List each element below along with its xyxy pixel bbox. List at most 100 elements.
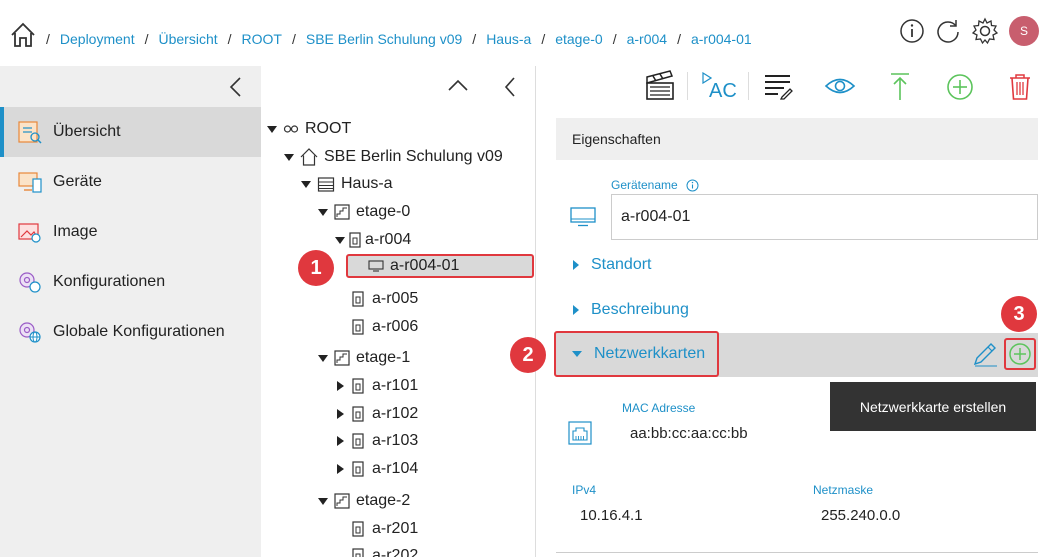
breadcrumb-separator: / xyxy=(227,31,232,47)
tree-node-a-r103[interactable]: a-r103 xyxy=(337,428,418,454)
room-icon xyxy=(352,291,364,307)
chevron-up-icon[interactable] xyxy=(447,78,469,92)
trash-icon[interactable] xyxy=(1008,73,1032,101)
avatar[interactable]: S xyxy=(1009,16,1039,46)
device-name-field[interactable]: a-r004-01 xyxy=(611,194,1038,240)
eye-icon[interactable] xyxy=(824,75,856,97)
sidebar-item-image[interactable]: Image xyxy=(0,207,261,257)
list-edit-icon[interactable] xyxy=(762,72,794,100)
tree-node-label: a-r103 xyxy=(372,432,419,449)
breadcrumb-separator: / xyxy=(541,31,546,47)
callout-number: 3 xyxy=(1013,302,1025,325)
collapse-sidebar-icon[interactable] xyxy=(228,76,244,98)
beschreibung-expander[interactable]: Beschreibung xyxy=(573,301,689,319)
home-icon[interactable] xyxy=(10,22,36,48)
breadcrumb-separator: / xyxy=(144,31,149,47)
toolbar-divider xyxy=(687,72,688,100)
left-navigation: Übersicht Geräte Image Konfigurationen G… xyxy=(0,66,261,557)
expand-caret-icon[interactable] xyxy=(337,409,344,419)
expand-caret-icon[interactable] xyxy=(267,125,277,133)
pencil-icon[interactable] xyxy=(972,341,998,367)
tree-node-a-r006[interactable]: a-r006 xyxy=(352,314,418,340)
netmask-label: Netzmaske xyxy=(813,483,874,497)
home-icon xyxy=(300,148,318,166)
tree-node-a-r004-01[interactable]: a-r004-01 xyxy=(346,254,534,278)
breadcrumb-haus-a[interactable]: Haus-a xyxy=(486,31,531,47)
tree-node-label: etage-2 xyxy=(356,492,411,509)
ipv4-value: 10.16.4.1 xyxy=(580,507,643,524)
expand-caret-icon[interactable] xyxy=(337,381,344,391)
gear-icon[interactable] xyxy=(971,17,999,45)
ethernet-port-icon xyxy=(568,421,592,445)
callout-badge-1: 1 xyxy=(298,250,334,286)
expand-caret-icon[interactable] xyxy=(318,354,328,362)
sidebar-item-geraete[interactable]: Geräte xyxy=(0,157,261,207)
add-network-card-button[interactable] xyxy=(1004,338,1036,370)
breadcrumb-separator: / xyxy=(677,31,681,47)
tree-node-haus-a[interactable]: Haus-a xyxy=(301,171,393,197)
tree-node-root[interactable]: ROOT xyxy=(267,116,351,142)
breadcrumb-sbe-berlin[interactable]: SBE Berlin Schulung v09 xyxy=(306,31,462,47)
callout-badge-2: 2 xyxy=(510,337,546,373)
sidebar-item-label: Konfigurationen xyxy=(53,273,166,290)
chevron-down-icon xyxy=(572,351,582,357)
tree-node-a-r102[interactable]: a-r102 xyxy=(337,401,418,427)
breadcrumb-deployment[interactable]: Deployment xyxy=(60,31,135,47)
breadcrumb-separator: / xyxy=(46,31,50,47)
tree-node-label: a-r101 xyxy=(372,377,419,394)
breadcrumb-separator: / xyxy=(472,31,477,47)
breadcrumb-root[interactable]: ROOT xyxy=(242,31,282,47)
breadcrumb-etage-0[interactable]: etage-0 xyxy=(555,31,602,47)
chevron-right-icon xyxy=(573,260,579,270)
tree-node-label: a-r006 xyxy=(372,318,419,335)
refresh-icon[interactable] xyxy=(935,18,961,44)
breadcrumb-uebersicht[interactable]: Übersicht xyxy=(158,31,217,47)
tree-node-a-r004[interactable]: a-r004 xyxy=(335,227,411,253)
breadcrumb-a-r004-01[interactable]: a-r004-01 xyxy=(691,31,752,47)
tree-node-a-r005[interactable]: a-r005 xyxy=(352,286,418,312)
tree-node-a-r201[interactable]: a-r201 xyxy=(352,516,418,542)
sidebar-item-label: Globale Konfigurationen xyxy=(53,323,225,340)
callout-number: 2 xyxy=(522,343,534,366)
info-icon[interactable] xyxy=(686,179,699,192)
tree-node-a-r104[interactable]: a-r104 xyxy=(337,456,418,482)
autocomplete-button[interactable]: AC xyxy=(702,72,738,102)
info-icon[interactable] xyxy=(899,18,925,44)
move-up-icon[interactable] xyxy=(888,72,912,102)
callout-badge-3: 3 xyxy=(1001,296,1037,332)
expand-caret-icon[interactable] xyxy=(301,180,311,188)
mac-address-value: aa:bb:cc:aa:cc:bb xyxy=(630,425,748,442)
sidebar-item-konfigurationen[interactable]: Konfigurationen xyxy=(0,257,261,307)
breadcrumb-a-r004[interactable]: a-r004 xyxy=(627,31,667,47)
expand-caret-icon[interactable] xyxy=(335,236,345,244)
tree-node-a-r101[interactable]: a-r101 xyxy=(337,373,418,399)
tree-node-label: a-r201 xyxy=(372,520,419,537)
tree-node-sbe-berlin[interactable]: SBE Berlin Schulung v09 xyxy=(284,144,503,170)
sidebar-item-globale-konfigurationen[interactable]: Globale Konfigurationen xyxy=(0,307,261,357)
config-icon xyxy=(19,272,41,293)
tooltip-text: Netzwerkkarte erstellen xyxy=(859,398,1007,415)
netzwerkkarten-expander[interactable]: Netzwerkkarten xyxy=(554,331,719,377)
add-circle-icon[interactable] xyxy=(946,73,974,101)
breadcrumb-separator: / xyxy=(291,31,296,47)
beschreibung-label: Beschreibung xyxy=(591,301,689,318)
tree-node-etage-1[interactable]: etage-1 xyxy=(318,345,410,371)
add-circle-icon xyxy=(1009,343,1031,365)
floor-icon xyxy=(334,204,350,220)
chevron-left-icon[interactable] xyxy=(503,76,517,98)
room-icon xyxy=(349,232,361,248)
expand-caret-icon[interactable] xyxy=(318,208,328,216)
expand-caret-icon[interactable] xyxy=(337,436,344,446)
standort-expander[interactable]: Standort xyxy=(573,256,651,274)
device-name-label: Gerätename xyxy=(611,178,699,192)
tree-node-label: a-r005 xyxy=(372,290,419,307)
sidebar-item-uebersicht[interactable]: Übersicht xyxy=(0,107,261,157)
tree-node-etage-0[interactable]: etage-0 xyxy=(318,199,410,225)
expand-caret-icon[interactable] xyxy=(284,153,294,161)
tree-node-a-r202[interactable]: a-r202 xyxy=(352,543,418,557)
tree-node-label: SBE Berlin Schulung v09 xyxy=(324,148,503,165)
expand-caret-icon[interactable] xyxy=(337,464,344,474)
clapperboard-icon[interactable] xyxy=(644,70,676,102)
expand-caret-icon[interactable] xyxy=(318,497,328,505)
tree-node-etage-2[interactable]: etage-2 xyxy=(318,488,410,514)
